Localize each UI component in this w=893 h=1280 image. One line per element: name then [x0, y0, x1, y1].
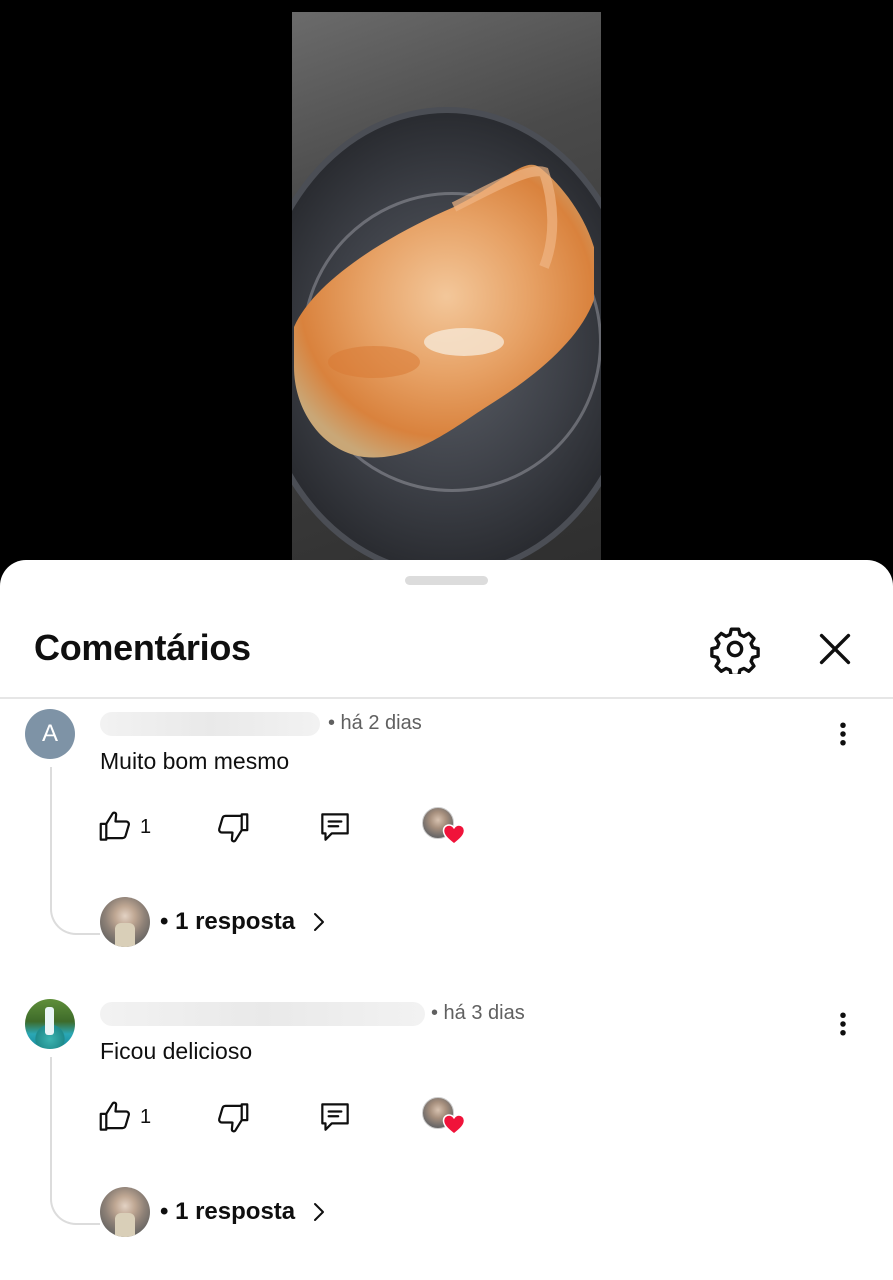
- like-count: 1: [140, 815, 152, 838]
- reply-button[interactable]: [316, 1097, 354, 1137]
- like-count: 1: [140, 1105, 152, 1128]
- reply-button[interactable]: [316, 807, 354, 847]
- author-name-redacted: [100, 1002, 425, 1026]
- chevron-right-icon: [314, 1203, 325, 1221]
- comments-title: Comentários: [34, 627, 251, 668]
- avatar[interactable]: A: [25, 709, 75, 759]
- view-replies-button[interactable]: • 1 resposta: [100, 897, 331, 947]
- comment-actions: 1: [96, 1097, 496, 1137]
- header-divider: [0, 697, 893, 699]
- comment-text: Ficou delicioso: [100, 1038, 253, 1064]
- creator-heart: [422, 807, 466, 847]
- thread-line: [50, 1057, 100, 1225]
- comments-sheet: Comentários A • há 2 dias Muito bom mesm…: [0, 560, 893, 1280]
- close-icon[interactable]: [812, 626, 858, 672]
- thumbs-up-icon: [99, 1101, 130, 1131]
- author-name-redacted: [100, 712, 320, 736]
- replies-count: • 1 resposta: [160, 1198, 296, 1225]
- dislike-button[interactable]: [214, 807, 252, 847]
- comment-timestamp: • há 2 dias: [328, 712, 422, 734]
- like-button[interactable]: 1: [96, 1097, 151, 1137]
- heart-icon: [442, 1114, 466, 1135]
- dislike-button[interactable]: [214, 1097, 252, 1137]
- like-button[interactable]: 1: [96, 807, 151, 847]
- thumbs-up-icon: [99, 811, 130, 841]
- thumbs-down-icon: [218, 1103, 249, 1133]
- comment-text: Muito bom mesmo: [100, 748, 290, 774]
- more-vert-icon[interactable]: [828, 1009, 858, 1039]
- avatar[interactable]: [25, 999, 75, 1049]
- heart-icon: [442, 824, 466, 845]
- replies-count: • 1 resposta: [160, 908, 296, 935]
- omelette-image: [294, 164, 594, 458]
- reply-comment-icon: [321, 813, 349, 841]
- thread-line: [50, 767, 100, 935]
- creator-avatar: [100, 897, 150, 947]
- video-player[interactable]: [0, 0, 893, 580]
- comment-item: • há 3 dias Ficou delicioso 1 • 1 respos…: [0, 999, 893, 1279]
- creator-avatar: [100, 1187, 150, 1237]
- drag-handle[interactable]: [405, 576, 488, 585]
- chevron-right-icon: [314, 913, 325, 931]
- more-vert-icon[interactable]: [828, 719, 858, 749]
- view-replies-button[interactable]: • 1 resposta: [100, 1187, 331, 1237]
- thumbs-down-icon: [218, 813, 249, 843]
- comment-timestamp: • há 3 dias: [431, 1002, 525, 1024]
- gear-icon[interactable]: [710, 624, 760, 674]
- creator-heart: [422, 1097, 466, 1137]
- reply-comment-icon: [321, 1103, 349, 1131]
- comment-item: A • há 2 dias Muito bom mesmo 1 • 1 resp…: [0, 709, 893, 989]
- video-frame-omelette: [292, 12, 601, 572]
- avatar-letter: A: [41, 720, 58, 747]
- comment-actions: 1: [96, 807, 496, 847]
